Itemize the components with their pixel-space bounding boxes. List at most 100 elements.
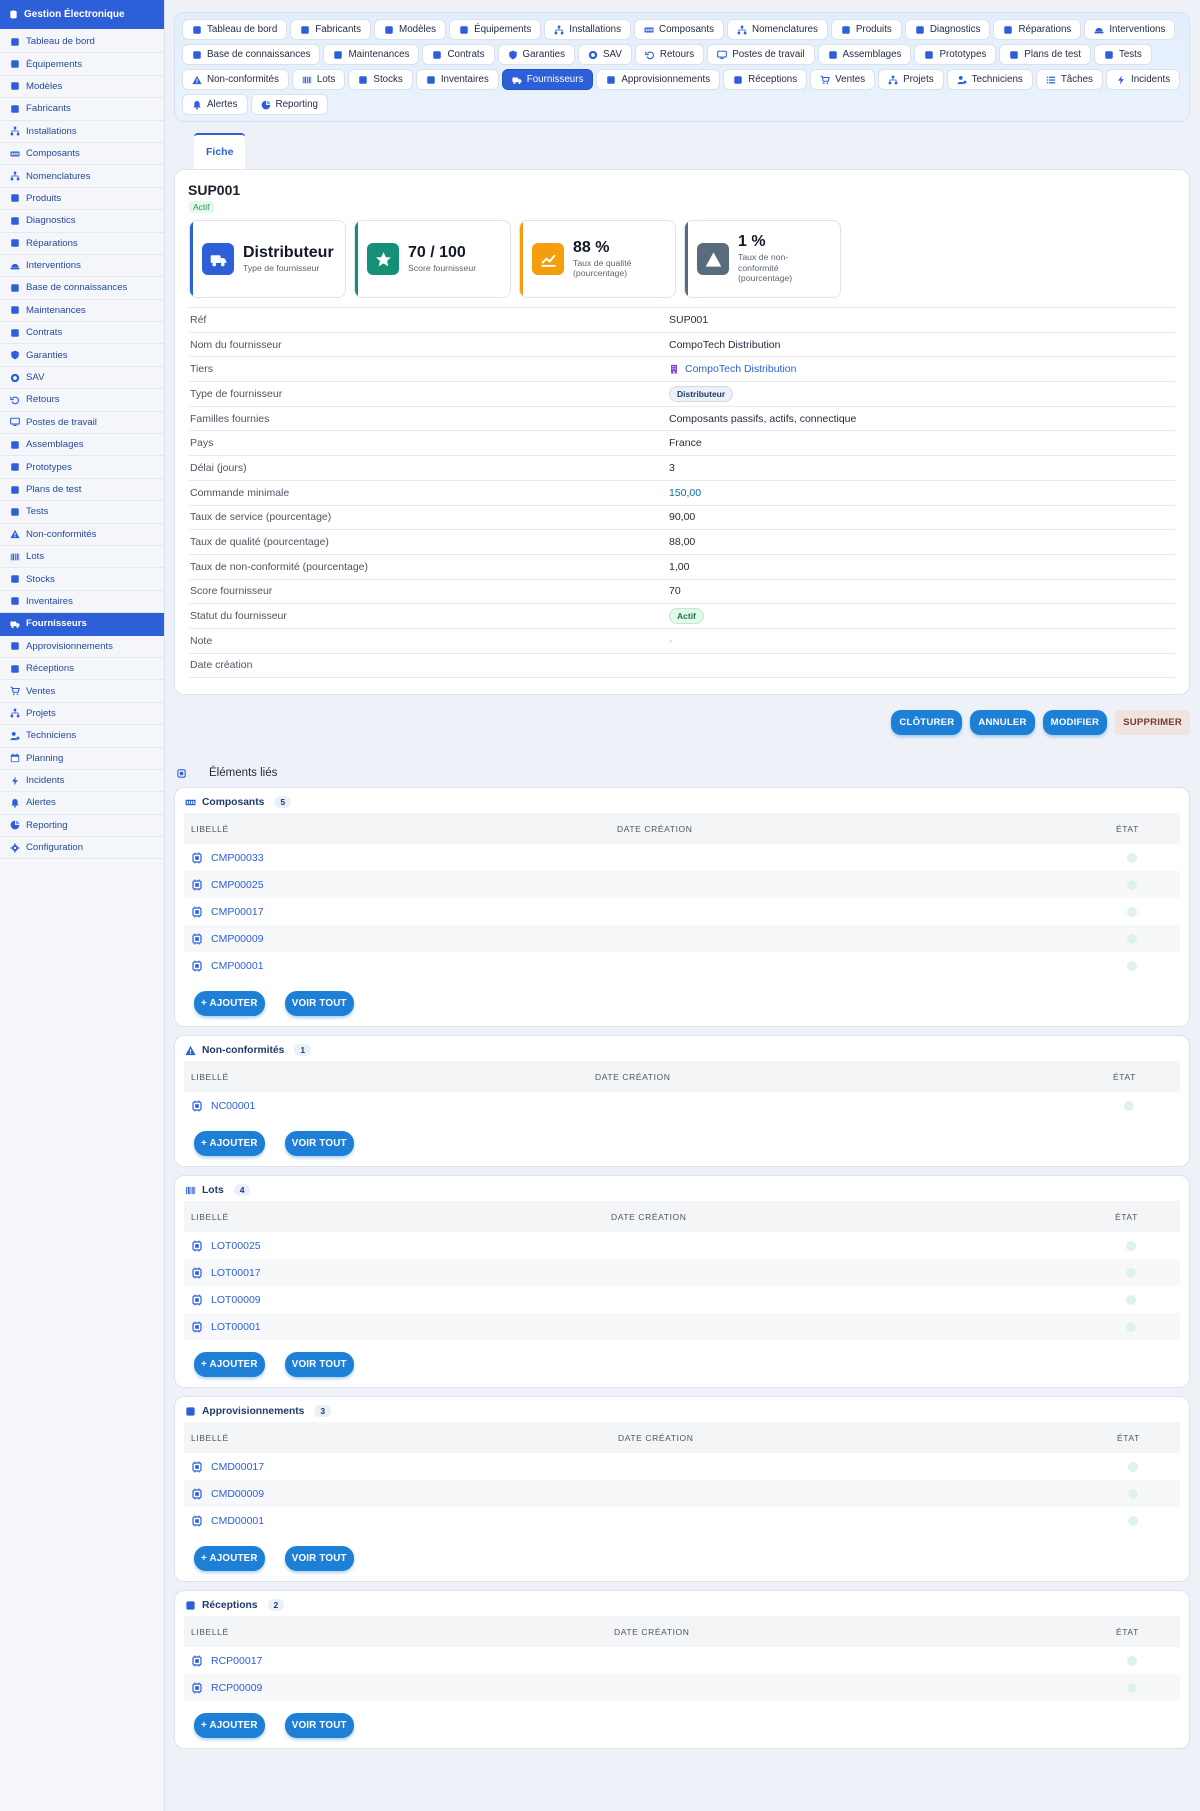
row-link[interactable]: CMD00001 xyxy=(211,1515,264,1527)
sidebar-item-12[interactable]: Maintenances xyxy=(0,300,164,323)
table-row[interactable]: CMP00017 xyxy=(184,898,1180,925)
app-brand[interactable]: Gestion Électronique xyxy=(0,0,164,29)
row-link[interactable]: LOT00009 xyxy=(211,1294,261,1306)
sidebar-item-20[interactable]: Plans de test xyxy=(0,479,164,502)
module-tab-24[interactable]: Stocks xyxy=(348,69,413,90)
sidebar-item-22[interactable]: Non-conformités xyxy=(0,524,164,546)
module-tab-20[interactable]: Plans de test xyxy=(999,44,1091,65)
table-row[interactable]: LOT00001 xyxy=(184,1313,1180,1341)
sidebar-item-14[interactable]: Garanties xyxy=(0,344,164,367)
add-button[interactable]: + AJOUTER xyxy=(194,1713,265,1739)
tab-fiche[interactable]: Fiche xyxy=(194,133,246,169)
module-tab-11[interactable]: Base de connaissances xyxy=(182,44,321,65)
sidebar-item-11[interactable]: Base de connaissances xyxy=(0,277,164,300)
sidebar-item-17[interactable]: Postes de travail xyxy=(0,412,164,435)
module-tab-15[interactable]: SAV xyxy=(578,44,632,65)
sidebar-item-35[interactable]: Reporting xyxy=(0,815,164,838)
table-row[interactable]: RCP00009 xyxy=(184,1674,1180,1702)
row-link[interactable]: CMP00009 xyxy=(211,933,264,945)
add-button[interactable]: + AJOUTER xyxy=(194,1131,265,1157)
module-tab-26[interactable]: Fournisseurs xyxy=(501,69,594,90)
module-tab-14[interactable]: Garanties xyxy=(497,44,575,65)
row-link[interactable]: LOT00017 xyxy=(211,1267,261,1279)
sidebar-item-19[interactable]: Prototypes xyxy=(0,456,164,479)
sidebar-item-21[interactable]: Tests xyxy=(0,501,164,524)
view-all-button[interactable]: VOIR TOUT xyxy=(284,991,354,1017)
table-row[interactable]: CMP00009 xyxy=(184,925,1180,953)
module-tab-34[interactable]: Alertes xyxy=(182,94,248,115)
module-tab-7[interactable]: Produits xyxy=(830,19,902,40)
sidebar-item-10[interactable]: Interventions xyxy=(0,255,164,278)
row-link[interactable]: CMD00009 xyxy=(211,1488,264,1500)
table-row[interactable]: CMP00001 xyxy=(184,952,1180,979)
sidebar-item-1[interactable]: Équipements xyxy=(0,53,164,76)
column-header-state[interactable]: ÉTAT xyxy=(1113,1072,1136,1082)
column-header-date[interactable]: DATE CRÉATION xyxy=(611,1212,687,1222)
column-header-date[interactable]: DATE CRÉATION xyxy=(614,1627,690,1637)
sidebar-item-18[interactable]: Assemblages xyxy=(0,434,164,457)
row-link[interactable]: NC00001 xyxy=(211,1100,255,1112)
column-header-label[interactable]: LIBELLÉ xyxy=(191,1433,229,1443)
table-row[interactable]: CMD00001 xyxy=(184,1507,1180,1534)
sidebar-item-6[interactable]: Nomenclatures xyxy=(0,165,164,188)
module-tab-17[interactable]: Postes de travail xyxy=(707,44,815,65)
sidebar-item-16[interactable]: Retours xyxy=(0,389,164,412)
sidebar-item-4[interactable]: Installations xyxy=(0,121,164,143)
sidebar-item-32[interactable]: Planning xyxy=(0,748,164,770)
module-tab-18[interactable]: Assemblages xyxy=(817,44,912,65)
sidebar-item-23[interactable]: Lots xyxy=(0,546,164,569)
table-row[interactable]: CMP00033 xyxy=(184,844,1180,871)
module-tab-13[interactable]: Contrats xyxy=(422,44,495,65)
sidebar-item-3[interactable]: Fabricants xyxy=(0,98,164,121)
module-tab-19[interactable]: Prototypes xyxy=(914,44,997,65)
view-all-button[interactable]: VOIR TOUT xyxy=(284,1713,354,1739)
tiers-link[interactable]: CompoTech Distribution xyxy=(669,363,796,375)
module-tab-27[interactable]: Approvisionnements xyxy=(596,69,721,90)
sidebar-item-33[interactable]: Incidents xyxy=(0,770,164,793)
close-button[interactable]: CLÔTURER xyxy=(891,710,963,736)
module-tab-5[interactable]: Composants xyxy=(634,19,724,40)
row-link[interactable]: CMP00017 xyxy=(211,906,264,918)
sidebar-item-31[interactable]: Techniciens xyxy=(0,725,164,748)
table-row[interactable]: CMD00009 xyxy=(184,1480,1180,1508)
table-row[interactable]: LOT00025 xyxy=(184,1232,1180,1259)
table-row[interactable]: LOT00017 xyxy=(184,1259,1180,1287)
module-tab-28[interactable]: Réceptions xyxy=(723,69,808,90)
column-header-label[interactable]: LIBELLÉ xyxy=(191,1212,229,1222)
cancel-button[interactable]: ANNULER xyxy=(970,710,1035,736)
row-link[interactable]: RCP00009 xyxy=(211,1682,262,1694)
sidebar-item-0[interactable]: Tableau de bord xyxy=(0,31,164,54)
column-header-state[interactable]: ÉTAT xyxy=(1117,1433,1140,1443)
column-header-label[interactable]: LIBELLÉ xyxy=(191,1072,229,1082)
column-header-date[interactable]: DATE CRÉATION xyxy=(595,1072,671,1082)
module-tab-10[interactable]: Interventions xyxy=(1084,19,1176,40)
sidebar-item-8[interactable]: Diagnostics xyxy=(0,210,164,233)
module-tab-8[interactable]: Diagnostics xyxy=(904,19,991,40)
sidebar-item-9[interactable]: Réparations xyxy=(0,233,164,255)
sidebar-item-13[interactable]: Contrats xyxy=(0,322,164,345)
row-link[interactable]: RCP00017 xyxy=(211,1655,262,1667)
module-tab-31[interactable]: Techniciens xyxy=(946,69,1033,90)
module-tab-16[interactable]: Retours xyxy=(634,44,705,65)
sidebar-item-5[interactable]: Composants xyxy=(0,143,164,166)
table-row[interactable]: NC00001 xyxy=(184,1092,1180,1119)
module-tab-29[interactable]: Ventes xyxy=(810,69,876,90)
module-tab-32[interactable]: Tâches xyxy=(1035,69,1103,90)
module-tab-12[interactable]: Maintenances xyxy=(323,44,420,65)
column-header-label[interactable]: LIBELLÉ xyxy=(191,1627,229,1637)
column-header-date[interactable]: DATE CRÉATION xyxy=(617,824,693,834)
module-tab-9[interactable]: Réparations xyxy=(993,19,1082,40)
module-tab-35[interactable]: Reporting xyxy=(250,94,328,115)
table-row[interactable]: CMD00017 xyxy=(184,1453,1180,1480)
module-tab-21[interactable]: Tests xyxy=(1093,44,1152,65)
sidebar-item-15[interactable]: SAV xyxy=(0,367,164,390)
sidebar-item-26[interactable]: Fournisseurs xyxy=(0,613,164,636)
view-all-button[interactable]: VOIR TOUT xyxy=(284,1352,354,1378)
module-tab-33[interactable]: Incidents xyxy=(1105,69,1181,90)
module-tab-6[interactable]: Nomenclatures xyxy=(727,19,828,40)
row-link[interactable]: CMP00033 xyxy=(211,852,264,864)
sidebar-item-34[interactable]: Alertes xyxy=(0,792,164,815)
row-link[interactable]: LOT00001 xyxy=(211,1321,261,1333)
column-header-label[interactable]: LIBELLÉ xyxy=(191,824,229,834)
sidebar-item-30[interactable]: Projets xyxy=(0,703,164,726)
